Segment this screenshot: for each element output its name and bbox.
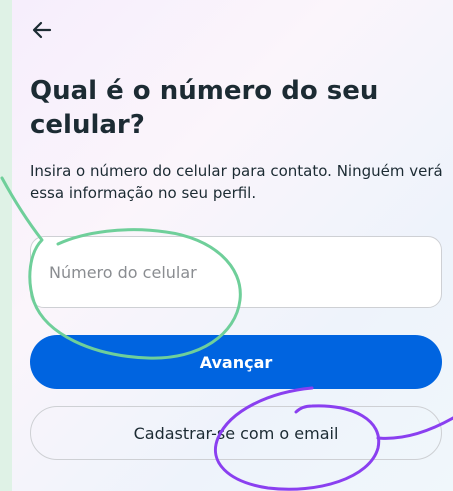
- next-button[interactable]: Avançar: [30, 335, 442, 389]
- arrow-left-icon: [32, 21, 52, 39]
- email-signup-button[interactable]: Cadastrar-se com o email: [30, 406, 442, 460]
- phone-number-input[interactable]: [30, 236, 442, 308]
- back-button[interactable]: [30, 18, 54, 42]
- signup-screen: Qual é o número do seu celular? Insira o…: [12, 0, 453, 491]
- page-subtitle: Insira o número do celular para contato.…: [30, 162, 443, 202]
- page-title: Qual é o número do seu celular?: [30, 76, 379, 140]
